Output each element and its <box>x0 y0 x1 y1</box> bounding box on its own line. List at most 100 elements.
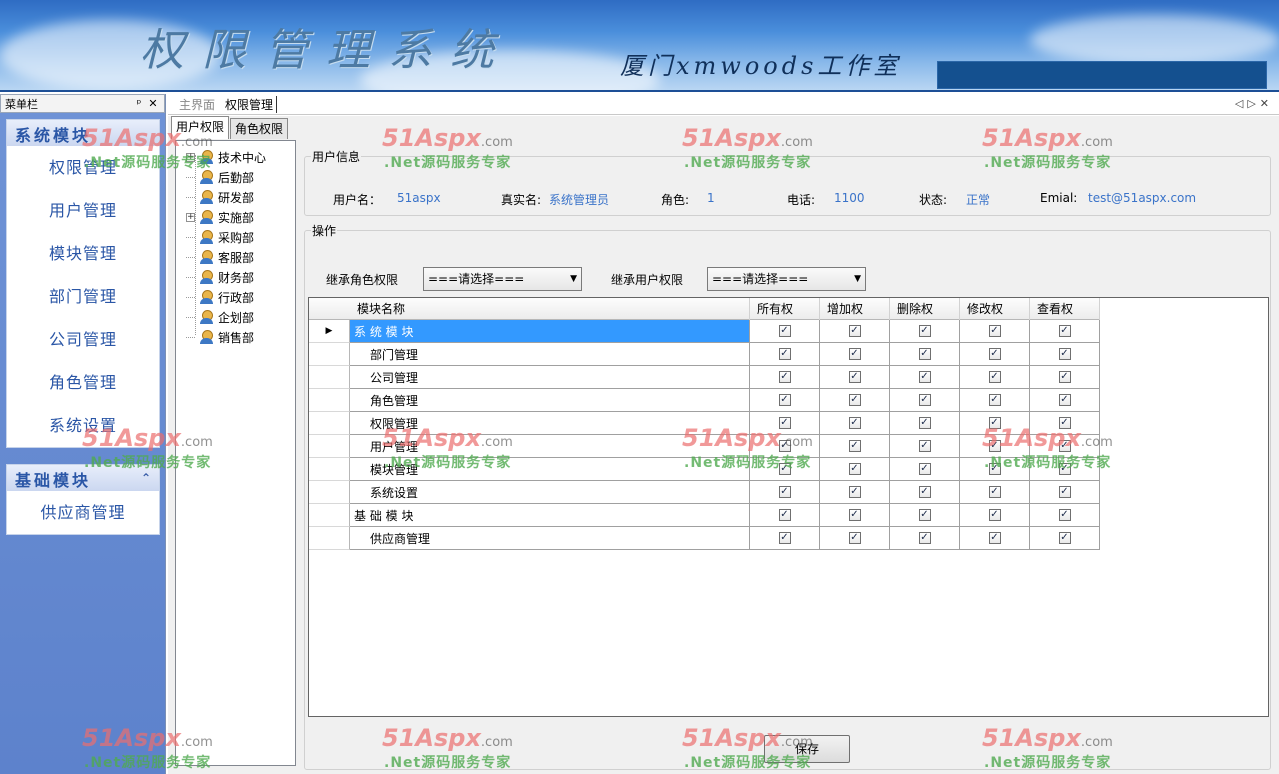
permission-checkbox[interactable]: ✓ <box>988 394 1001 406</box>
permission-checkbox[interactable]: ✓ <box>848 463 861 475</box>
doc-tab[interactable]: 主界面 <box>176 96 218 113</box>
menu-group-header[interactable]: 基础模块 ⌃ <box>7 465 159 491</box>
permission-checkbox[interactable]: ✓ <box>1058 440 1071 452</box>
permission-checkbox[interactable]: ✓ <box>1058 509 1071 521</box>
collapse-icon[interactable]: ⌃ <box>141 471 151 485</box>
module-name-cell[interactable]: 公司管理 <box>350 366 750 389</box>
permission-checkbox[interactable]: ✓ <box>918 325 931 337</box>
menu-item[interactable]: 系统设置 <box>7 404 159 447</box>
menu-item[interactable]: 角色管理 <box>7 361 159 404</box>
table-row[interactable]: 系统设置 ✓ ✓ ✓ ✓ ✓ <box>309 481 1100 504</box>
tree-node[interactable]: 行政部 <box>176 287 254 307</box>
inherit-user-select[interactable]: ===请选择=== ▼ <box>707 267 866 291</box>
permission-checkbox[interactable]: ✓ <box>778 532 791 544</box>
tree-node[interactable]: 客服部 <box>176 247 254 267</box>
permission-checkbox[interactable]: ✓ <box>778 371 791 383</box>
tree-node[interactable]: 采购部 <box>176 227 254 247</box>
grid-column-header[interactable]: 增加权 <box>820 298 890 320</box>
inherit-role-select[interactable]: ===请选择=== ▼ <box>423 267 582 291</box>
menu-item[interactable]: 部门管理 <box>7 275 159 318</box>
permission-checkbox[interactable]: ✓ <box>778 486 791 498</box>
table-row[interactable]: 部门管理 ✓ ✓ ✓ ✓ ✓ <box>309 343 1100 366</box>
table-row[interactable]: 基 础 模 块 ✓ ✓ ✓ ✓ ✓ <box>309 504 1100 527</box>
permission-checkbox[interactable]: ✓ <box>918 417 931 429</box>
table-row[interactable]: 模块管理 ✓ ✓ ✓ ✓ ✓ <box>309 458 1100 481</box>
menu-item[interactable]: 模块管理 <box>7 232 159 275</box>
permission-checkbox[interactable]: ✓ <box>778 509 791 521</box>
permission-checkbox[interactable]: ✓ <box>988 325 1001 337</box>
table-row[interactable]: 用户管理 ✓ ✓ ✓ ✓ ✓ <box>309 435 1100 458</box>
table-row[interactable]: 权限管理 ✓ ✓ ✓ ✓ ✓ <box>309 412 1100 435</box>
grid-column-header[interactable]: 删除权 <box>890 298 960 320</box>
permission-checkbox[interactable]: ✓ <box>988 417 1001 429</box>
subtab[interactable]: 用户权限 <box>171 116 230 139</box>
row-selector[interactable] <box>309 435 350 458</box>
permission-checkbox[interactable]: ✓ <box>918 486 931 498</box>
permission-checkbox[interactable]: ✓ <box>988 486 1001 498</box>
module-name-cell[interactable]: 系 统 模 块 <box>350 320 750 343</box>
pin-icon[interactable]: ᵖ <box>132 97 146 110</box>
permission-checkbox[interactable]: ✓ <box>778 348 791 360</box>
permission-checkbox[interactable]: ✓ <box>848 371 861 383</box>
row-selector[interactable] <box>309 504 350 527</box>
table-row[interactable]: 角色管理 ✓ ✓ ✓ ✓ ✓ <box>309 389 1100 412</box>
permission-checkbox[interactable]: ✓ <box>988 509 1001 521</box>
permission-checkbox[interactable]: ✓ <box>918 394 931 406</box>
permission-checkbox[interactable]: ✓ <box>778 325 791 337</box>
module-name-cell[interactable]: 用户管理 <box>350 435 750 458</box>
tab-scroll-right-icon[interactable]: ▷ <box>1247 97 1259 110</box>
permission-checkbox[interactable]: ✓ <box>1058 486 1071 498</box>
row-selector[interactable]: ▶ <box>309 320 350 343</box>
expand-icon[interactable]: + <box>186 212 195 222</box>
menu-group-header[interactable]: 系统模块 <box>7 120 159 146</box>
tree-node[interactable]: 后勤部 <box>176 167 254 187</box>
permission-checkbox[interactable]: ✓ <box>778 417 791 429</box>
permission-checkbox[interactable]: ✓ <box>988 440 1001 452</box>
permission-checkbox[interactable]: ✓ <box>848 509 861 521</box>
permission-checkbox[interactable]: ✓ <box>848 440 861 452</box>
menu-item[interactable]: 用户管理 <box>7 189 159 232</box>
doc-tab[interactable]: 权限管理 <box>222 95 278 113</box>
module-name-cell[interactable]: 部门管理 <box>350 343 750 366</box>
grid-column-header[interactable]: 修改权 <box>960 298 1030 320</box>
tree-node[interactable]: 销售部 <box>176 327 254 347</box>
permission-checkbox[interactable]: ✓ <box>848 325 861 337</box>
grid-column-header[interactable]: 所有权 <box>750 298 820 320</box>
permission-checkbox[interactable]: ✓ <box>918 348 931 360</box>
permission-checkbox[interactable]: ✓ <box>778 440 791 452</box>
permission-checkbox[interactable]: ✓ <box>918 371 931 383</box>
row-selector[interactable] <box>309 481 350 504</box>
permission-checkbox[interactable]: ✓ <box>988 348 1001 360</box>
permission-checkbox[interactable]: ✓ <box>1058 417 1071 429</box>
save-button[interactable]: 保存 <box>764 735 850 763</box>
permission-checkbox[interactable]: ✓ <box>1058 532 1071 544</box>
menu-item[interactable]: 公司管理 <box>7 318 159 361</box>
tree-node[interactable]: 研发部 <box>176 187 254 207</box>
row-selector[interactable] <box>309 412 350 435</box>
tree-node[interactable]: + 技术中心 <box>176 147 266 167</box>
grid-column-header[interactable]: 查看权 <box>1030 298 1100 320</box>
permission-checkbox[interactable]: ✓ <box>778 463 791 475</box>
row-selector[interactable] <box>309 389 350 412</box>
permission-checkbox[interactable]: ✓ <box>1058 463 1071 475</box>
menu-item[interactable]: 供应商管理 <box>7 491 159 534</box>
permission-checkbox[interactable]: ✓ <box>988 463 1001 475</box>
permission-checkbox[interactable]: ✓ <box>778 394 791 406</box>
row-selector[interactable] <box>309 343 350 366</box>
permission-checkbox[interactable]: ✓ <box>848 486 861 498</box>
close-icon[interactable]: ✕ <box>146 97 160 110</box>
table-row[interactable]: 供应商管理 ✓ ✓ ✓ ✓ ✓ <box>309 527 1100 550</box>
table-row[interactable]: 公司管理 ✓ ✓ ✓ ✓ ✓ <box>309 366 1100 389</box>
permission-checkbox[interactable]: ✓ <box>988 371 1001 383</box>
permission-checkbox[interactable]: ✓ <box>1058 371 1071 383</box>
permission-checkbox[interactable]: ✓ <box>1058 394 1071 406</box>
grid-column-header[interactable]: 模块名称 <box>309 298 750 320</box>
expand-icon[interactable]: + <box>186 152 195 162</box>
permission-checkbox[interactable]: ✓ <box>1058 348 1071 360</box>
tab-close-icon[interactable]: ✕ <box>1260 97 1273 110</box>
module-name-cell[interactable]: 角色管理 <box>350 389 750 412</box>
module-name-cell[interactable]: 系统设置 <box>350 481 750 504</box>
subtab[interactable]: 角色权限 <box>230 118 289 139</box>
permission-checkbox[interactable]: ✓ <box>988 532 1001 544</box>
row-selector[interactable] <box>309 366 350 389</box>
